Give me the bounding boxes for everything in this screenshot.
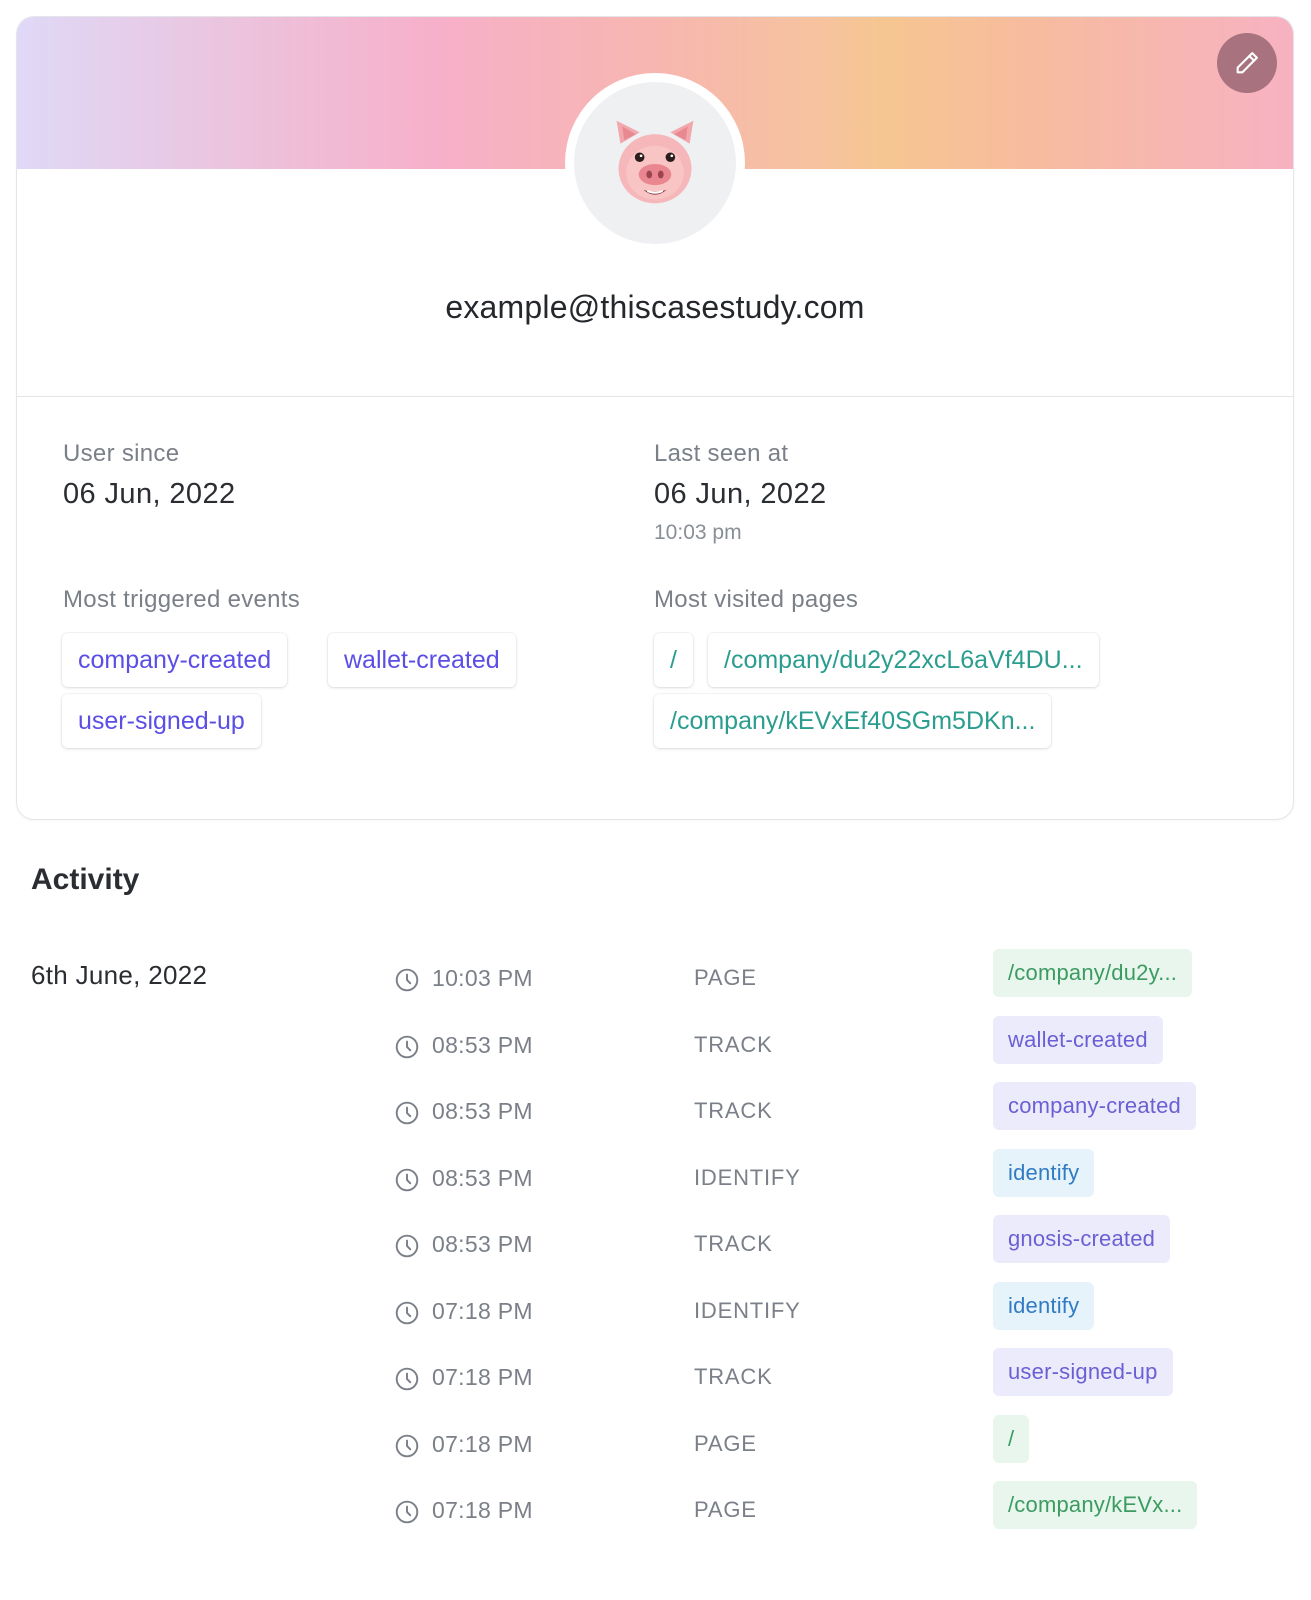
- clock-icon: [395, 1434, 419, 1457]
- activity-badge[interactable]: /company/du2y...: [993, 949, 1193, 997]
- user-since-label: User since: [63, 440, 180, 467]
- clock-icon: [395, 1234, 419, 1258]
- clock-icon: [395, 1500, 419, 1524]
- activity-badge[interactable]: wallet-created: [993, 1015, 1163, 1064]
- activity-time: 08:53 PM: [432, 1164, 533, 1191]
- activity-type: IDENTIFY: [694, 1297, 801, 1323]
- avatar-frame: [565, 73, 745, 253]
- activity-badge[interactable]: identify: [993, 1281, 1095, 1330]
- activity-time: 07:18 PM: [432, 1364, 533, 1390]
- clock-icon: [395, 1367, 419, 1391]
- edit-profile-button[interactable]: [1217, 33, 1277, 93]
- activity-time: 07:18 PM: [432, 1297, 533, 1324]
- activity-badge[interactable]: identify: [993, 1148, 1095, 1197]
- activity-type: IDENTIFY: [694, 1164, 801, 1190]
- clock-icon: [395, 1101, 419, 1125]
- activity-time: 07:18 PM: [432, 1430, 533, 1457]
- activity-badge[interactable]: company-created: [993, 1082, 1196, 1130]
- activity-type: PAGE: [694, 1497, 757, 1522]
- most-triggered-events-label: Most triggered events: [63, 586, 301, 613]
- event-chip-company-created[interactable]: company-created: [62, 633, 288, 687]
- activity-row: 07:18 PM PAGE/company/kEVx...: [0, 1481, 1311, 1555]
- activity-type: TRACK: [694, 1364, 773, 1389]
- activity-heading: Activity: [31, 863, 140, 896]
- activity-row: 08:53 PM TRACK company-created: [0, 1082, 1311, 1156]
- activity-badge[interactable]: /: [993, 1414, 1030, 1463]
- user-since-value: 06 Jun, 2022: [63, 478, 236, 510]
- activity-time: 08:53 PM: [432, 1231, 533, 1257]
- event-chip-wallet-created[interactable]: wallet-created: [328, 633, 516, 687]
- activity-row: 07:18 PM TRACK user-signed-up: [0, 1348, 1311, 1422]
- activity-type: TRACK: [694, 1231, 773, 1256]
- activity-type: PAGE: [694, 965, 757, 990]
- activity-row: 08:53 PM TRACK gnosis-created: [0, 1215, 1311, 1289]
- activity-row: 08:53 PM IDENTIFY identify: [0, 1148, 1311, 1223]
- pig-avatar-icon: [616, 120, 694, 204]
- user-profile-card: example@thiscasestudy.com User since 06 …: [16, 16, 1294, 820]
- clock-icon: [395, 1035, 419, 1058]
- user-email: example@thiscasestudy.com: [445, 289, 865, 325]
- page-chip-company-du2y[interactable]: /company/du2y22xcL6aVf4DU...: [708, 633, 1099, 687]
- activity-time: 08:53 PM: [432, 1031, 533, 1058]
- activity-badge[interactable]: gnosis-created: [993, 1215, 1171, 1263]
- clock-icon: [395, 968, 419, 992]
- last-seen-time: 10:03 pm: [654, 521, 742, 544]
- clock-icon: [395, 1301, 419, 1324]
- activity-time: 10:03 PM: [432, 965, 533, 991]
- activity-type: TRACK: [694, 1098, 773, 1123]
- page-chip-company-kevx[interactable]: /company/kEVxEf40SGm5DKn...: [654, 694, 1052, 748]
- activity-type: TRACK: [694, 1031, 773, 1057]
- pencil-icon: [1236, 52, 1258, 74]
- event-chip-user-signed-up[interactable]: user-signed-up: [62, 694, 261, 748]
- activity-row: 08:53 PM TRACK wallet-created: [0, 1015, 1311, 1090]
- page-chip-root[interactable]: /: [654, 633, 693, 687]
- activity-badge[interactable]: user-signed-up: [993, 1348, 1173, 1396]
- section-divider: [17, 396, 1293, 397]
- activity-row: 07:18 PM IDENTIFY identify: [0, 1281, 1311, 1356]
- activity-row: 10:03 PM PAGE/company/du2y...: [0, 949, 1311, 1023]
- activity-time: 08:53 PM: [432, 1098, 533, 1124]
- last-seen-label: Last seen at: [654, 440, 789, 467]
- clock-icon: [395, 1168, 419, 1191]
- activity-badge[interactable]: /company/kEVx...: [993, 1481, 1198, 1529]
- activity-row: 07:18 PM PAGE /: [0, 1414, 1311, 1489]
- last-seen-date: 06 Jun, 2022: [654, 478, 827, 510]
- avatar: [574, 82, 736, 244]
- activity-time: 07:18 PM: [432, 1497, 533, 1523]
- activity-type: PAGE: [694, 1430, 757, 1456]
- most-visited-pages-label: Most visited pages: [654, 586, 859, 613]
